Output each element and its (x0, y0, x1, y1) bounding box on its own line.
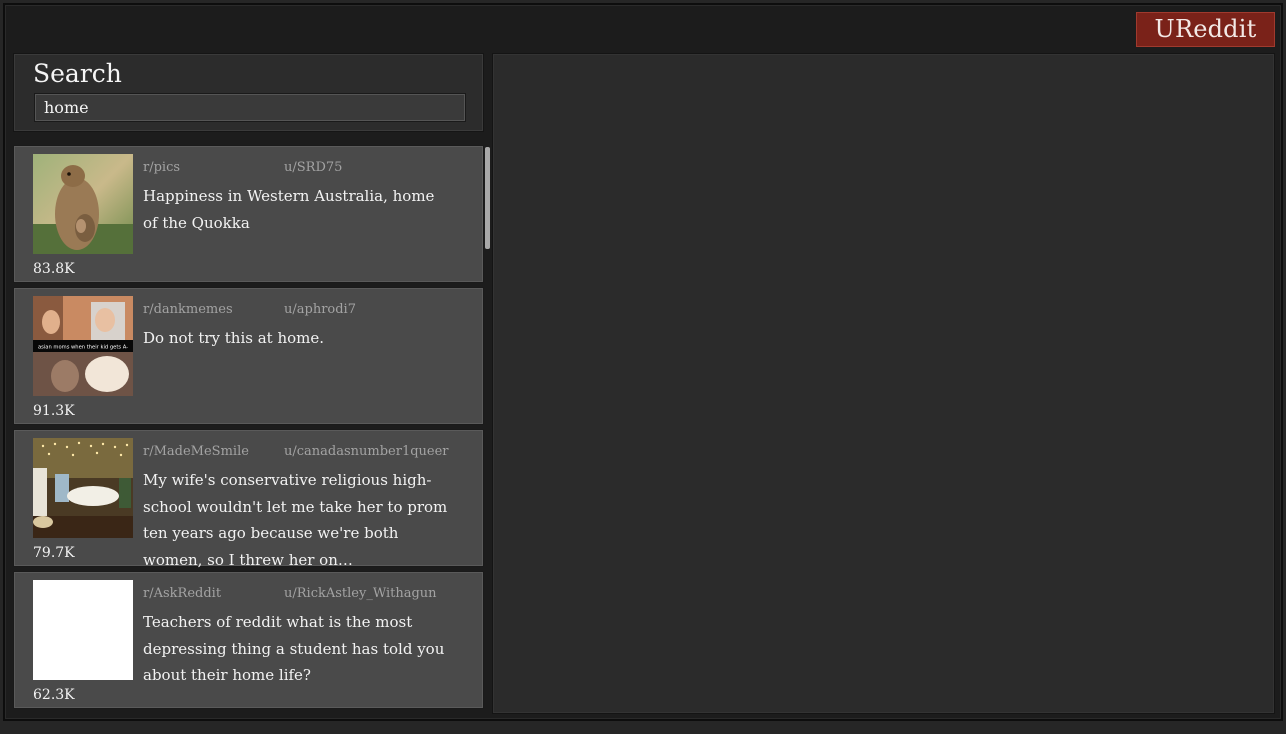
quokka-thumbnail (33, 154, 133, 254)
author-label[interactable]: u/RickAstley_Withagun (284, 586, 437, 601)
post-title: Teachers of reddit what is the most depr… (143, 613, 445, 684)
author-label[interactable]: u/aphrodi7 (284, 302, 356, 317)
post-score: 91.3K (33, 403, 75, 419)
subreddit-label[interactable]: r/AskReddit (143, 586, 221, 601)
post-score: 83.8K (33, 261, 75, 277)
post-detail-panel (492, 53, 1275, 714)
post-title: My wife's conservative religious high-sc… (143, 471, 448, 569)
results-list[interactable]: r/pics u/SRD75 Happiness in Western Aust… (13, 145, 484, 713)
result-card[interactable]: r/AskReddit u/RickAstley_Withagun Teache… (13, 571, 484, 709)
meme-caption: asian moms when their kid gets A- (38, 345, 128, 351)
post-title: Happiness in Western Australia, home of … (143, 187, 435, 232)
result-card[interactable]: asian moms when their kid gets A- r/dank… (13, 287, 484, 425)
author-label[interactable]: u/canadasnumber1queer (284, 444, 449, 459)
result-card[interactable]: r/MadeMeSmile u/canadasnumber1queer My w… (13, 429, 484, 569)
blank-thumbnail (33, 580, 133, 680)
app-window: UReddit Search home r/pics u/SRD75 Happi… (3, 3, 1283, 721)
search-input[interactable] (34, 93, 466, 122)
subreddit-label[interactable]: r/MadeMeSmile (143, 444, 249, 459)
subreddit-label[interactable]: r/dankmemes (143, 302, 233, 317)
subreddit-label[interactable]: r/pics (143, 160, 180, 175)
search-panel: Search (13, 53, 484, 132)
search-title: Search (33, 59, 122, 88)
post-score: 79.7K (33, 545, 75, 561)
result-card[interactable]: r/pics u/SRD75 Happiness in Western Aust… (13, 145, 484, 283)
post-score: 62.3K (33, 687, 75, 703)
results-scrollbar[interactable] (485, 147, 490, 249)
ureddit-brand-button[interactable]: UReddit (1136, 12, 1275, 47)
room-thumbnail (33, 438, 133, 538)
post-title: Do not try this at home. (143, 329, 325, 347)
author-label[interactable]: u/SRD75 (284, 160, 342, 175)
meme-thumbnail: asian moms when their kid gets A- (33, 296, 133, 396)
